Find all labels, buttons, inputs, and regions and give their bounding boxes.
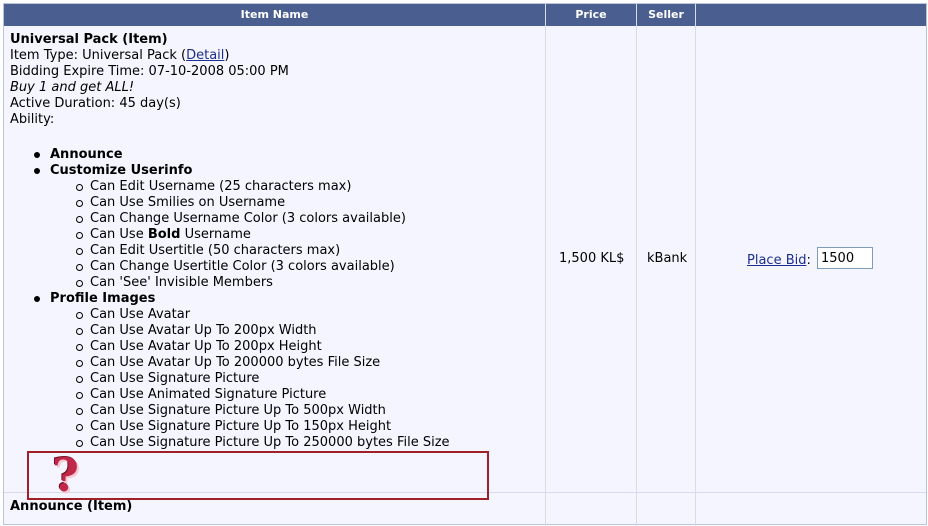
item-details: Universal Pack (Item) Item Type: Univers… bbox=[10, 32, 540, 451]
question-mark-icon: ? bbox=[52, 448, 79, 502]
circle-bullet-icon bbox=[76, 408, 83, 415]
header-item-name: Item Name bbox=[4, 4, 546, 26]
sub-ability-item: Can Edit Usertitle (50 characters max) bbox=[10, 243, 540, 259]
expire-time: Bidding Expire Time: 07-10-2008 05:00 PM bbox=[10, 64, 289, 79]
bullet-icon bbox=[34, 168, 40, 174]
ability-label: Customize Userinfo bbox=[50, 163, 193, 178]
sub-ability-item: Can Use Signature Picture Up To 500px Wi… bbox=[10, 403, 540, 419]
place-bid-link[interactable]: Place Bid bbox=[747, 253, 806, 268]
column-divider bbox=[636, 26, 637, 526]
bullet-icon bbox=[34, 152, 40, 158]
sub-ability-item: Can Use Signature Picture Up To 150px He… bbox=[10, 419, 540, 435]
circle-bullet-icon bbox=[76, 184, 83, 191]
item-slogan: Buy 1 and get ALL! bbox=[10, 80, 135, 95]
sub-ability-item: Can Change Username Color (3 colors avai… bbox=[10, 211, 540, 227]
sub-ability-item: Can Use Bold Username bbox=[10, 227, 540, 243]
place-bid-colon: : bbox=[806, 253, 811, 268]
ability-item: Profile Images bbox=[10, 291, 540, 307]
circle-bullet-icon bbox=[76, 248, 83, 255]
sub-ability-item: Can Change Usertitle Color (3 colors ava… bbox=[10, 259, 540, 275]
place-bid: Place Bid: bbox=[747, 253, 811, 268]
ability-label: Ability: bbox=[10, 112, 55, 127]
ability-item: Customize Userinfo bbox=[10, 163, 540, 179]
circle-bullet-icon bbox=[76, 360, 83, 367]
ability-list: Announce Customize Userinfo Can Edit Usern… bbox=[10, 147, 540, 451]
header-seller: Seller bbox=[637, 4, 696, 26]
active-duration: Active Duration: 45 day(s) bbox=[10, 96, 181, 111]
item-type: Item Type: Universal Pack (Detail) bbox=[10, 48, 540, 64]
circle-bullet-icon bbox=[76, 392, 83, 399]
sub-ability-list: Can Edit Username (25 characters max) Can… bbox=[10, 179, 540, 291]
ability-label: Profile Images bbox=[50, 291, 156, 306]
sub-ability-list: Can Use Avatar Can Use Avatar Up To 200px… bbox=[10, 307, 540, 451]
circle-bullet-icon bbox=[76, 312, 83, 319]
auction-table: Item Name Price Seller Universal Pack (I… bbox=[3, 3, 927, 526]
circle-bullet-icon bbox=[76, 280, 83, 287]
sub-ability-item: Can Use Signature Picture bbox=[10, 371, 540, 387]
detail-link[interactable]: Detail bbox=[186, 48, 224, 63]
item-price: 1,500 KL$ bbox=[559, 251, 625, 266]
bullet-icon bbox=[34, 296, 40, 302]
sub-ability-item: Can 'See' Invisible Members bbox=[10, 275, 540, 291]
sub-ability-item: Can Edit Username (25 characters max) bbox=[10, 179, 540, 195]
sub-ability-item: Can Use Signature Picture Up To 250000 b… bbox=[10, 435, 540, 451]
ability-item: Announce bbox=[10, 147, 540, 163]
sub-ability-item: Can Use Avatar bbox=[10, 307, 540, 323]
item-title: Universal Pack (Item) bbox=[10, 32, 168, 47]
item-seller: kBank bbox=[647, 251, 688, 266]
sub-ability-item: Can Use Avatar Up To 200000 bytes File S… bbox=[10, 355, 540, 371]
sub-ability-item: Can Use Avatar Up To 200px Height bbox=[10, 339, 540, 355]
item-type-close: ) bbox=[224, 48, 230, 63]
column-divider bbox=[695, 26, 696, 526]
sub-ability-item: Can Use Avatar Up To 200px Width bbox=[10, 323, 540, 339]
circle-bullet-icon bbox=[76, 376, 83, 383]
circle-bullet-icon bbox=[76, 424, 83, 431]
circle-bullet-icon bbox=[76, 232, 83, 239]
header-action bbox=[696, 4, 926, 26]
header-price: Price bbox=[546, 4, 637, 26]
circle-bullet-icon bbox=[76, 264, 83, 271]
circle-bullet-icon bbox=[76, 344, 83, 351]
bid-amount-input[interactable] bbox=[817, 247, 873, 269]
highlight-box bbox=[27, 451, 489, 500]
sub-ability-item: Can Use Smilies on Username bbox=[10, 195, 540, 211]
column-divider bbox=[545, 26, 546, 526]
sub-ability-item: Can Use Animated Signature Picture bbox=[10, 387, 540, 403]
ability-label: Announce bbox=[50, 147, 123, 162]
circle-bullet-icon bbox=[76, 200, 83, 207]
circle-bullet-icon bbox=[76, 328, 83, 335]
item-type-text: Item Type: Universal Pack ( bbox=[10, 48, 187, 63]
circle-bullet-icon bbox=[76, 440, 83, 447]
circle-bullet-icon bbox=[76, 216, 83, 223]
